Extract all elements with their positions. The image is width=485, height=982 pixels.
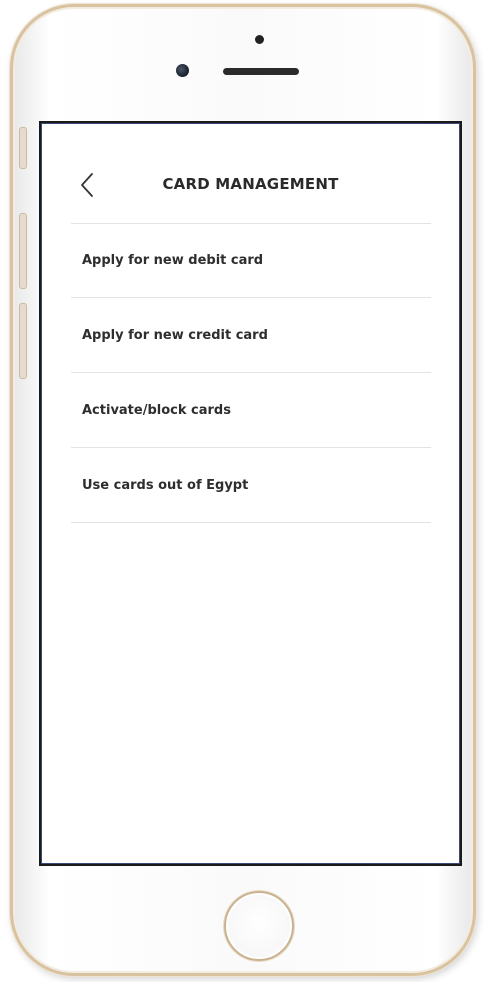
proximity-sensor (255, 35, 264, 44)
menu-item-use-cards-abroad[interactable]: Use cards out of Egypt (71, 448, 431, 523)
menu-item-label: Activate/block cards (82, 402, 231, 418)
menu-item-label: Use cards out of Egypt (82, 477, 249, 493)
app-screen: CARD MANAGEMENT Apply for new debit card… (39, 121, 462, 866)
menu-item-apply-credit-card[interactable]: Apply for new credit card (71, 298, 431, 373)
menu-item-label: Apply for new debit card (82, 252, 264, 268)
volume-down-button (19, 303, 27, 379)
home-button[interactable] (224, 891, 294, 961)
app-header: CARD MANAGEMENT (41, 123, 460, 223)
volume-up-button (19, 213, 27, 289)
page-title: CARD MANAGEMENT (162, 175, 339, 193)
card-management-menu: Apply for new debit card Apply for new c… (71, 223, 431, 523)
menu-item-label: Apply for new credit card (82, 327, 268, 343)
front-camera (176, 64, 189, 77)
earpiece-speaker (223, 68, 299, 75)
mute-switch (19, 127, 27, 169)
menu-item-apply-debit-card[interactable]: Apply for new debit card (71, 223, 431, 298)
menu-item-activate-block-cards[interactable]: Activate/block cards (71, 373, 431, 448)
